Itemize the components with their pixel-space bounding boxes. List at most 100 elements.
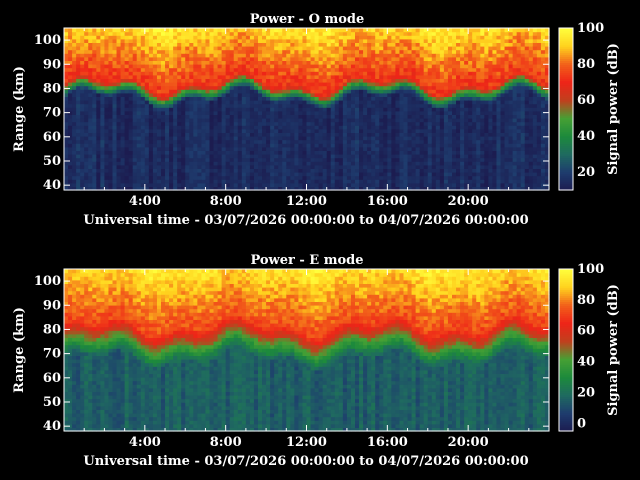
heatmap-cell [140, 110, 146, 115]
heatmap-cell [383, 64, 388, 69]
heatmap-cell [120, 114, 126, 119]
heatmap-cell [100, 164, 106, 169]
heatmap-cell [88, 128, 93, 133]
heatmap-cell [310, 118, 316, 123]
heatmap-cell [245, 114, 251, 119]
heatmap-cell [120, 82, 126, 87]
heatmap-cell [136, 157, 142, 162]
heatmap-cell [266, 92, 271, 97]
heatmap-cell [278, 82, 283, 87]
heatmap-cell [399, 154, 405, 159]
heatmap-cell [439, 157, 445, 162]
heatmap-cell [253, 154, 259, 159]
heatmap-cell [201, 100, 207, 105]
heatmap-cell [132, 128, 138, 133]
heatmap-cell [415, 31, 421, 36]
heatmap-cell [96, 53, 101, 58]
heatmap-cell [375, 85, 380, 90]
heatmap-cell [253, 64, 259, 69]
heatmap-cell [306, 121, 312, 126]
heatmap-cell [201, 143, 207, 148]
heatmap-cell [472, 53, 477, 58]
heatmap-cell [504, 121, 510, 126]
heatmap-cell [435, 89, 441, 94]
heatmap-cell [100, 96, 106, 101]
heatmap-cell [278, 136, 283, 141]
heatmap-cell [262, 136, 267, 141]
heatmap-cell [233, 164, 239, 169]
heatmap-cell [318, 64, 324, 69]
heatmap-cell [229, 56, 235, 61]
heatmap-cell [476, 38, 481, 43]
heatmap-cell [383, 150, 388, 155]
heatmap-cell [205, 132, 211, 137]
heatmap-cell [128, 38, 134, 43]
heatmap-cell [144, 78, 150, 83]
heatmap-cell [156, 67, 162, 72]
heatmap-cell [504, 164, 510, 169]
heatmap-cell [128, 100, 134, 105]
heatmap-cell [241, 42, 247, 47]
heatmap-cell [504, 31, 510, 36]
heatmap-cell [229, 46, 235, 51]
heatmap-cell [245, 31, 251, 36]
heatmap-cell [217, 139, 223, 144]
heatmap-cell [411, 107, 417, 112]
heatmap-cell [468, 71, 473, 76]
heatmap-cell [165, 128, 170, 133]
heatmap-cell [326, 28, 332, 33]
heatmap-cell [472, 67, 477, 72]
heatmap-cell [326, 103, 332, 108]
heatmap-cell [375, 143, 380, 148]
ionospheric-power-figure: Power - O mode 405060708090100 4:00 8:00 1… [12, 12, 621, 469]
heatmap-cell [375, 28, 380, 33]
heatmap-cell [350, 143, 356, 148]
heatmap-cell [213, 161, 219, 166]
heatmap-cell [173, 28, 178, 33]
heatmap-cell [217, 64, 223, 69]
heatmap-cell [144, 143, 150, 148]
heatmap-cell [468, 100, 473, 105]
heatmap-cell [241, 107, 247, 112]
heatmap-cell [435, 60, 441, 65]
heatmap-cell [136, 49, 142, 54]
heatmap-cell [350, 182, 356, 187]
heatmap-cell [443, 85, 449, 90]
heatmap-cell [116, 125, 122, 130]
heatmap-cell [282, 103, 287, 108]
heatmap-cell [460, 182, 465, 187]
heatmap-cell [144, 118, 150, 123]
heatmap-cell [342, 128, 348, 133]
heatmap-cell [346, 31, 352, 36]
heatmap-cell [419, 179, 425, 184]
heatmap-cell [468, 143, 473, 148]
heatmap-cell [427, 128, 433, 133]
heatmap-cell [326, 179, 332, 184]
heatmap-cell [298, 89, 304, 94]
heatmap-cell [217, 164, 223, 169]
heatmap-cell [185, 172, 190, 177]
heatmap-cell [80, 31, 85, 36]
heatmap-cell [161, 64, 166, 69]
heatmap-cell [88, 100, 93, 105]
heatmap-cell [88, 107, 93, 112]
heatmap-cell [447, 150, 453, 155]
heatmap-cell [241, 182, 247, 187]
heatmap-cell [237, 175, 243, 180]
heatmap-cell [181, 128, 186, 133]
heatmap-cell [217, 146, 223, 151]
heatmap-cell [290, 164, 295, 169]
heatmap-cell [205, 38, 211, 43]
heatmap-cell [229, 49, 235, 54]
heatmap-cell [306, 85, 312, 90]
heatmap-cell [391, 28, 397, 33]
heatmap-cell [342, 121, 348, 126]
heatmap-cell [128, 110, 134, 115]
heatmap-cell [84, 46, 89, 51]
heatmap-cell [435, 67, 441, 72]
heatmap-cell [375, 172, 380, 177]
heatmap-cell [144, 179, 150, 184]
heatmap-cell [391, 31, 397, 36]
heatmap-cell [298, 74, 304, 79]
heatmap-cell [395, 31, 401, 36]
